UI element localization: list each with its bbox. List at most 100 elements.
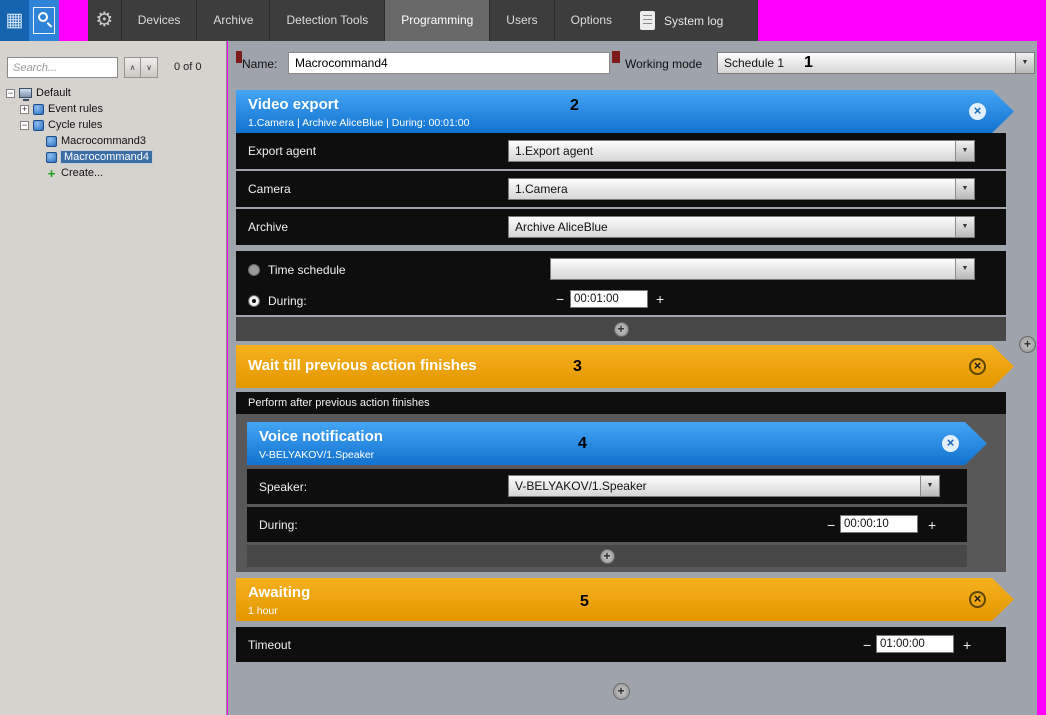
- tab-archive[interactable]: Archive: [196, 0, 269, 41]
- voice-during-label: During:: [259, 518, 298, 532]
- tree-item-label: Cycle rules: [48, 119, 102, 131]
- main-panel: Name: Working mode Schedule 1 ▼ 1 Video …: [228, 41, 1037, 715]
- expander-icon[interactable]: −: [6, 89, 15, 98]
- speaker-row: Speaker: V-BELYAKOV/1.Speaker ▼: [247, 469, 967, 504]
- plus-icon[interactable]: +: [963, 637, 971, 653]
- search-input[interactable]: [7, 57, 118, 78]
- close-icon[interactable]: ×: [969, 103, 986, 120]
- during-input[interactable]: [570, 290, 648, 308]
- add-block-button[interactable]: +: [613, 683, 630, 700]
- timeout-input[interactable]: [876, 635, 954, 653]
- block-subtitle: 1.Camera | Archive AliceBlue | During: 0…: [248, 117, 1014, 129]
- annotation-2: 2: [570, 97, 579, 115]
- sidebar: ∧ ∨ 0 of 0 − Default + Event rules − Cyc…: [0, 41, 227, 715]
- minus-icon[interactable]: −: [827, 517, 835, 533]
- rule-icon: [33, 120, 44, 131]
- voice-during-row: During: − +: [247, 507, 967, 542]
- tree-item-label: Create...: [61, 167, 103, 179]
- application-window: ▦ ⚙ Devices Archive Detection Tools Prog…: [0, 0, 1046, 715]
- expander-icon[interactable]: −: [20, 121, 29, 130]
- close-icon[interactable]: ×: [969, 591, 986, 608]
- awaiting-header: Awaiting 1 hour ×: [236, 578, 1014, 621]
- name-label: Name:: [242, 57, 277, 71]
- time-schedule-select[interactable]: ▼: [550, 258, 975, 280]
- plus-icon[interactable]: +: [656, 291, 664, 307]
- chevron-down-icon[interactable]: ▼: [955, 141, 974, 161]
- gear-icon[interactable]: ⚙: [88, 0, 121, 41]
- tab-devices[interactable]: Devices: [121, 0, 197, 41]
- camera-label: Camera: [248, 182, 291, 196]
- video-export-header: Video export 1.Camera | Archive AliceBlu…: [236, 90, 1014, 133]
- working-mode-select[interactable]: Schedule 1 ▼: [717, 52, 1035, 74]
- tree-item-label: Default: [36, 87, 71, 99]
- macro-icon: [46, 136, 57, 147]
- voice-during-input[interactable]: [840, 515, 918, 533]
- tree-item-create[interactable]: + Create...: [0, 165, 226, 181]
- search-prev-button[interactable]: ∧: [124, 57, 141, 78]
- minus-icon[interactable]: −: [863, 637, 871, 653]
- right-magenta-strip: [1037, 41, 1046, 715]
- annotation-3: 3: [573, 358, 582, 376]
- time-schedule-option[interactable]: Time schedule: [248, 261, 346, 279]
- chevron-down-icon[interactable]: ▼: [955, 217, 974, 237]
- during-option[interactable]: During:: [248, 292, 307, 310]
- chevron-down-icon[interactable]: ▼: [1015, 53, 1034, 73]
- add-action-button[interactable]: +: [614, 322, 629, 337]
- export-agent-row: Export agent 1.Export agent ▼: [236, 133, 1006, 169]
- chevron-down-icon[interactable]: ▼: [955, 179, 974, 199]
- red-marker: [612, 51, 620, 63]
- timeout-row: Timeout − +: [236, 627, 1006, 662]
- name-input[interactable]: [288, 52, 610, 74]
- annotation-5: 5: [580, 593, 589, 611]
- add-sequence-button[interactable]: +: [1019, 336, 1036, 353]
- time-schedule-radio[interactable]: [248, 264, 260, 276]
- computer-icon: [19, 88, 32, 98]
- perform-after-label: Perform after previous action finishes: [248, 397, 430, 409]
- tab-detection-tools[interactable]: Detection Tools: [269, 0, 384, 41]
- time-schedule-value: [551, 259, 955, 279]
- tree-item-cycle-rules[interactable]: − Cycle rules: [0, 117, 226, 133]
- add-action-button[interactable]: +: [600, 549, 615, 564]
- block-title: Video export: [248, 96, 1014, 113]
- block-title: Wait till previous action finishes: [248, 357, 1014, 374]
- close-icon[interactable]: ×: [942, 435, 959, 452]
- archive-label: Archive: [248, 220, 288, 234]
- archive-select[interactable]: Archive AliceBlue ▼: [508, 216, 975, 238]
- minus-icon[interactable]: −: [556, 291, 564, 307]
- tab-programming[interactable]: Programming: [384, 0, 489, 41]
- search-next-button[interactable]: ∨: [141, 57, 158, 78]
- chevron-down-icon[interactable]: ▼: [955, 259, 974, 279]
- speaker-select[interactable]: V-BELYAKOV/1.Speaker ▼: [508, 475, 940, 497]
- working-mode-value: Schedule 1: [718, 53, 1015, 73]
- add-block-row: +: [236, 672, 1006, 710]
- tree-item-macrocommand4[interactable]: Macrocommand4: [0, 149, 226, 165]
- export-agent-select[interactable]: 1.Export agent ▼: [508, 140, 975, 162]
- tree-item-macrocommand3[interactable]: Macrocommand3: [0, 133, 226, 149]
- tab-options[interactable]: Options: [554, 0, 628, 41]
- plus-icon[interactable]: +: [928, 517, 936, 533]
- block-title: Awaiting: [248, 584, 1014, 601]
- close-icon[interactable]: ×: [969, 358, 986, 375]
- block-subtitle: V-BELYAKOV/1.Speaker: [259, 449, 987, 461]
- export-agent-label: Export agent: [248, 144, 316, 158]
- tree-item-default[interactable]: − Default: [0, 85, 226, 101]
- camera-row: Camera 1.Camera ▼: [236, 171, 1006, 207]
- block-title: Voice notification: [259, 428, 987, 445]
- macro-icon: [46, 152, 57, 163]
- camera-value: 1.Camera: [509, 179, 955, 199]
- tab-users[interactable]: Users: [489, 0, 553, 41]
- annotation-1: 1: [804, 54, 813, 72]
- camera-select[interactable]: 1.Camera ▼: [508, 178, 975, 200]
- chevron-down-icon[interactable]: ▼: [920, 476, 939, 496]
- during-radio[interactable]: [248, 295, 260, 307]
- system-log-button[interactable]: System log: [628, 0, 758, 41]
- export-agent-value: 1.Export agent: [509, 141, 955, 161]
- global-search-button[interactable]: [29, 0, 59, 41]
- toolbar-tabs: ⚙ Devices Archive Detection Tools Progra…: [88, 0, 628, 41]
- top-toolbar: ▦ ⚙ Devices Archive Detection Tools Prog…: [0, 0, 1046, 41]
- app-grid-icon[interactable]: ▦: [0, 0, 29, 41]
- rules-tree: − Default + Event rules − Cycle rules Ma…: [0, 85, 226, 181]
- speaker-label: Speaker:: [259, 480, 307, 494]
- tree-item-event-rules[interactable]: + Event rules: [0, 101, 226, 117]
- expander-icon[interactable]: +: [20, 105, 29, 114]
